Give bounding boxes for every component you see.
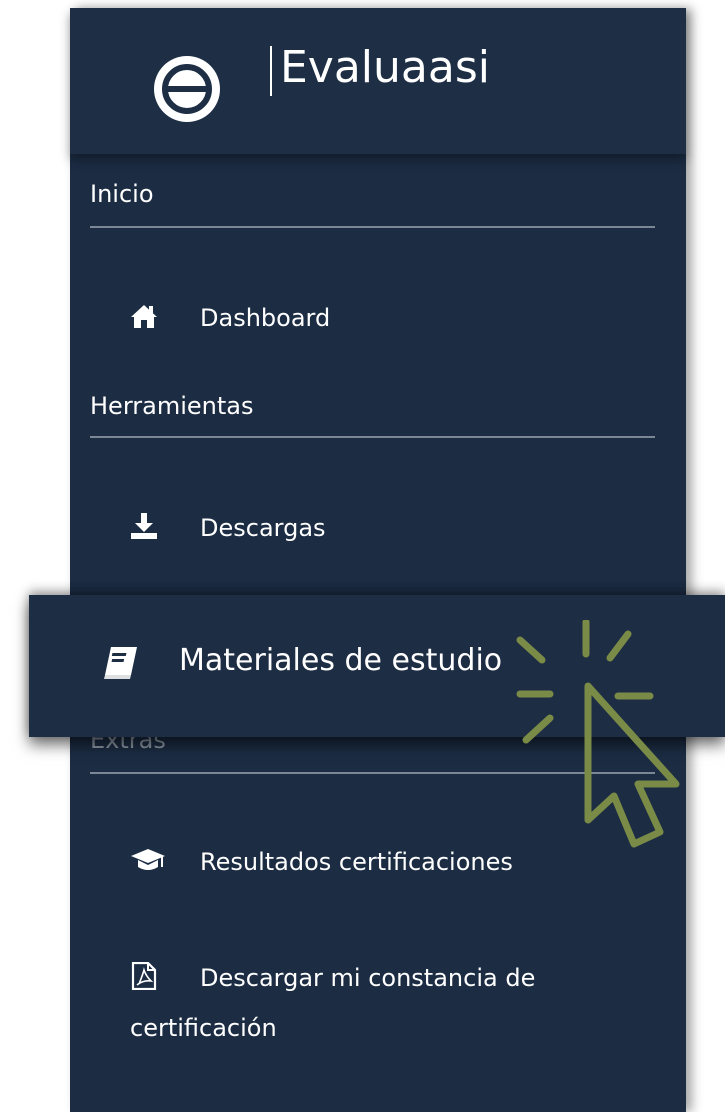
sidebar-item-descargar-constancia[interactable]: Descargar mi constancia de certificación [90, 956, 660, 1056]
section-heading-inicio: Inicio [90, 180, 154, 208]
sidebar-header: Evaluaasi [70, 8, 686, 154]
graduation-cap-icon [131, 849, 165, 870]
circle-theta-logo-icon[interactable] [150, 52, 224, 126]
download-icon [131, 513, 157, 539]
sidebar-item-label: Resultados certificaciones [200, 848, 513, 876]
section-heading-herramientas: Herramientas [90, 392, 254, 420]
pdf-file-icon [131, 962, 157, 990]
home-icon [131, 305, 157, 328]
sidebar-item-label-line2: certificación [130, 1014, 277, 1042]
brand-separator [270, 46, 272, 96]
sidebar-item-label: Dashboard [200, 304, 331, 332]
brand-name[interactable]: Evaluaasi [280, 38, 490, 98]
sidebar-item-descargas[interactable]: Descargas [90, 508, 660, 548]
section-divider [90, 436, 655, 438]
sidebar-item-label: Materiales de estudio [179, 643, 503, 678]
pointer-cursor-click-icon [516, 620, 680, 848]
sidebar: Evaluaasi Inicio Dashboard Herramientas … [70, 8, 686, 1112]
section-divider [90, 226, 655, 228]
sidebar-item-label-line1: Descargar mi constancia de [200, 964, 536, 992]
page: Evaluaasi Inicio Dashboard Herramientas … [0, 0, 725, 1112]
book-icon [104, 647, 137, 679]
sidebar-item-dashboard[interactable]: Dashboard [90, 298, 660, 338]
sidebar-item-label: Descargas [200, 514, 326, 542]
